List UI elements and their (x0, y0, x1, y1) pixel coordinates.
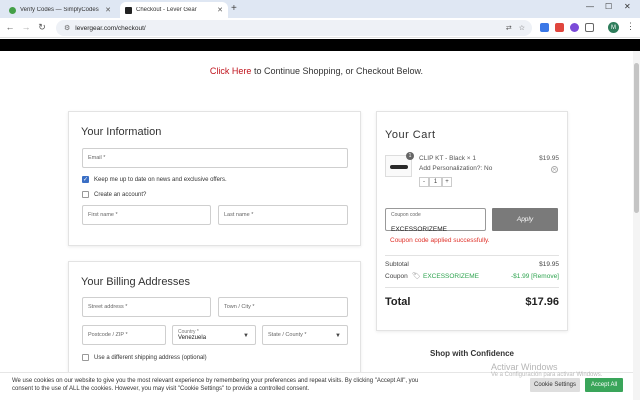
divider (385, 287, 559, 288)
close-icon[interactable]: ✕ (217, 6, 223, 14)
total-label: Total (385, 296, 411, 308)
extension-icon[interactable] (555, 23, 564, 32)
coupon-code-input[interactable]: Coupon code EXCESSORIZEME (385, 208, 486, 233)
town-city-field[interactable]: Town / City * (218, 297, 348, 317)
different-shipping-checkbox[interactable] (82, 354, 89, 361)
cart-item-name: CLIP KT - Black × 1 (419, 155, 477, 162)
bookmark-star-icon[interactable]: ☆ (519, 24, 525, 32)
coupon-code-value[interactable]: EXCESSORIZEME (391, 226, 447, 233)
coupon-row-label: Coupon (385, 273, 408, 280)
create-account-label: Create an account? (94, 191, 147, 198)
total-value: $17.96 (525, 296, 559, 308)
browser-toolbar: ← → ↻ ⚙ levergear.com/checkout/ ⇄ ☆ M ⋮ (0, 18, 640, 38)
tab-title: Checkout - Lever Gear (136, 7, 197, 13)
scrollbar-thumb[interactable] (634, 63, 639, 213)
subtotal-label: Subtotal (385, 261, 409, 268)
continue-shopping-link[interactable]: Click Here (210, 66, 252, 76)
extension-icon[interactable] (570, 23, 579, 32)
different-shipping-row[interactable]: Use a different shipping address (option… (82, 354, 207, 361)
browser-tab-bar: Verify Codes — SimplyCodes ✕ Checkout - … (0, 0, 640, 18)
cookie-settings-button[interactable]: Cookie Settings (530, 378, 580, 392)
coupon-success-message: Coupon code applied successfully. (390, 237, 490, 244)
translate-icon[interactable]: ⇄ (506, 24, 512, 32)
forward-icon[interactable]: → (20, 22, 32, 32)
address-bar[interactable]: ⚙ levergear.com/checkout/ ⇄ ☆ (56, 20, 532, 36)
country-select[interactable]: Country * Venezuela ▼ (172, 325, 256, 345)
window-close-icon[interactable]: ✕ (624, 2, 631, 11)
newsletter-label: Keep me up to date on news and exclusive… (94, 176, 227, 183)
close-icon[interactable]: ✕ (105, 6, 111, 14)
quantity-stepper: - 1 + (419, 177, 452, 187)
extension-icon[interactable] (540, 23, 549, 32)
tab-simplycodes[interactable]: Verify Codes — SimplyCodes ✕ (4, 2, 116, 18)
cart-item-option: Add Personalization?: No (419, 165, 493, 172)
create-account-checkbox[interactable] (82, 191, 89, 198)
coupon-discount-remove-link[interactable]: -$1.99 [Remove] (490, 273, 559, 280)
quantity-value[interactable]: 1 (429, 177, 442, 187)
continue-shopping-line: Click Here to Continue Shopping, or Chec… (0, 66, 633, 76)
postcode-field[interactable]: Postcode / ZIP * (82, 325, 166, 345)
country-value: Venezuela (178, 335, 207, 341)
minimize-icon[interactable]: — (586, 2, 594, 11)
first-name-field[interactable]: First name * (82, 205, 211, 225)
last-name-field[interactable]: Last name * (218, 205, 348, 225)
state-county-placeholder: State / County * (268, 332, 307, 338)
apply-coupon-button[interactable]: Apply (492, 208, 558, 231)
extensions-puzzle-icon[interactable] (585, 23, 594, 32)
create-account-row[interactable]: Create an account? (82, 191, 146, 198)
page-scrollbar[interactable] (633, 51, 640, 400)
chevron-down-icon: ▼ (335, 333, 341, 339)
increase-quantity-button[interactable]: + (442, 177, 452, 187)
continue-text: to Continue Shopping, or Checkout Below. (251, 66, 424, 76)
your-cart-title: Your Cart (385, 129, 436, 141)
reload-icon[interactable]: ↻ (36, 22, 48, 33)
state-county-select[interactable]: State / County * ▼ (262, 325, 348, 345)
windows-activation-watermark: Activar Windows (491, 362, 558, 372)
decrease-quantity-button[interactable]: - (419, 177, 429, 187)
street-address-field[interactable]: Street address * (82, 297, 211, 317)
site-header-bar (0, 39, 640, 51)
new-tab-icon[interactable]: + (231, 3, 237, 14)
profile-avatar[interactable]: M (608, 22, 619, 33)
billing-addresses-title: Your Billing Addresses (81, 276, 191, 288)
newsletter-checkbox-row[interactable]: ✓ Keep me up to date on news and exclusi… (82, 176, 227, 183)
cookie-consent-text: We use cookies on our website to give yo… (12, 378, 419, 392)
lever-gear-icon (125, 6, 132, 14)
maximize-icon[interactable]: ☐ (605, 2, 612, 11)
back-icon[interactable]: ← (4, 22, 16, 32)
email-field[interactable]: Email * (82, 148, 348, 168)
quantity-badge: 1 (406, 152, 414, 160)
chevron-down-icon: ▼ (243, 333, 249, 339)
tab-title: Verify Codes — SimplyCodes (20, 7, 99, 13)
site-info-icon[interactable]: ⚙ (64, 24, 70, 32)
coupon-code-label: Coupon code (391, 212, 421, 218)
divider (385, 255, 559, 256)
different-shipping-label: Use a different shipping address (option… (94, 354, 207, 361)
cart-item-price: $19.95 (539, 155, 559, 162)
browser-menu-icon[interactable]: ⋮ (626, 21, 635, 32)
tab-checkout[interactable]: Checkout - Lever Gear ✕ (120, 2, 228, 18)
simplycodes-icon (9, 6, 16, 14)
url-text[interactable]: levergear.com/checkout/ (75, 25, 506, 32)
shop-with-confidence-heading: Shop with Confidence (430, 349, 514, 358)
your-information-title: Your Information (81, 126, 162, 138)
subtotal-value: $19.95 (539, 261, 559, 268)
newsletter-checkbox[interactable]: ✓ (82, 176, 89, 183)
remove-item-icon[interactable]: ✕ (551, 166, 558, 173)
applied-coupon-code: EXCESSORIZEME (423, 273, 479, 280)
clip-kt-product-image (390, 165, 408, 169)
accept-all-button[interactable]: Accept All (585, 378, 623, 392)
windows-activation-subtitle: Ve a Configuración para activar Windows. (491, 372, 603, 378)
tag-icon: 🏷 (412, 273, 421, 280)
